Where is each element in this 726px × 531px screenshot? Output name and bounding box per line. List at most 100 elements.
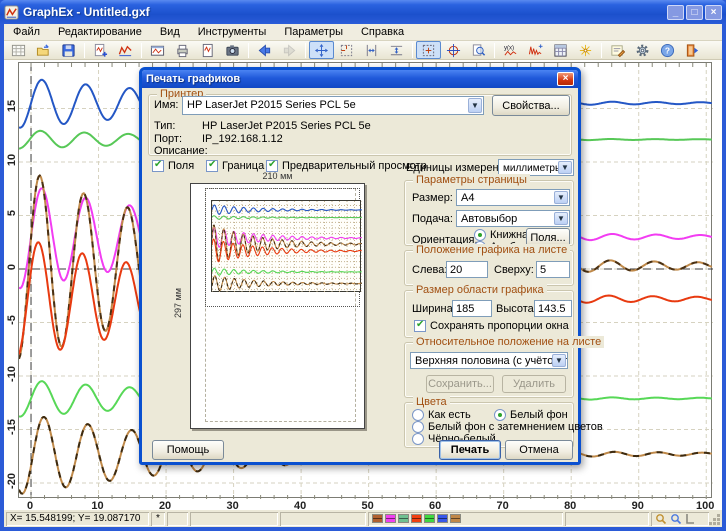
settings-gear-button[interactable] (630, 41, 655, 59)
print-dialog-title: Печать графиков (146, 73, 557, 85)
printer-properties-button[interactable]: Свойства... (492, 95, 570, 116)
annotate-button[interactable] (605, 41, 630, 59)
snapshot-camera-button[interactable] (220, 41, 245, 59)
colors-white-bg-radio[interactable]: Белый фон (494, 409, 568, 421)
printer-name-label: Имя: (154, 99, 178, 111)
y-axis-label: 5 (6, 205, 18, 221)
ruler-icon (685, 513, 695, 525)
print-preview-button[interactable] (195, 41, 220, 59)
chevron-down-icon[interactable]: ▼ (554, 212, 568, 225)
radio-icon[interactable] (412, 409, 424, 421)
fields-checkbox[interactable]: Поля (152, 160, 194, 172)
radio-icon[interactable] (412, 421, 424, 433)
y-axis-label: -5 (6, 312, 18, 328)
fit-height-button[interactable] (384, 41, 409, 59)
y-axis-label: 10 (6, 152, 18, 168)
menu-edit[interactable]: Редактирование (49, 25, 151, 39)
help-button[interactable]: ? (655, 41, 680, 59)
exit-button[interactable] (680, 41, 705, 59)
cancel-button[interactable]: Отмена (505, 440, 573, 460)
chevron-down-icon[interactable]: ▼ (552, 354, 566, 367)
add-curve-file-button[interactable] (88, 41, 113, 59)
y-axis-label: 0 (6, 259, 18, 275)
curve-color-chip (450, 514, 461, 523)
resize-grip[interactable] (709, 514, 721, 526)
pos-left-label: Слева: (412, 264, 447, 276)
curve-color-chip (424, 514, 435, 523)
page-width-label: 210 мм (190, 171, 365, 181)
menu-view[interactable]: Вид (151, 25, 189, 39)
checkbox-icon[interactable] (414, 320, 426, 332)
status-panel (280, 512, 366, 526)
fit-frame-button[interactable] (334, 41, 359, 59)
help-dialog-button[interactable]: Помощь (152, 440, 224, 460)
zoom-in-icon[interactable] (655, 513, 667, 525)
checkbox-icon[interactable] (152, 160, 164, 172)
relative-position-select[interactable]: Верхняя половина (с учётом пропорц▼ (410, 352, 568, 369)
menu-help[interactable]: Справка (352, 25, 413, 39)
open-file-button[interactable] (31, 41, 56, 59)
zoom-out-icon[interactable] (670, 513, 682, 525)
magic-wand-button[interactable] (573, 41, 598, 59)
printer-description-label: Описание: (154, 145, 208, 157)
radio-icon[interactable] (412, 433, 424, 445)
print-dialog-close-icon[interactable]: × (557, 72, 574, 86)
size-width-label: Ширина: (412, 303, 456, 315)
print-dialog-titlebar[interactable]: Печать графиков × (142, 70, 578, 88)
size-label: Размер: (412, 192, 453, 204)
chevron-down-icon[interactable]: ▼ (558, 161, 572, 174)
crosshair-button[interactable] (441, 41, 466, 59)
close-button[interactable]: × (705, 5, 722, 20)
new-curve-button[interactable] (113, 41, 138, 59)
size-width-input[interactable] (452, 300, 492, 317)
window-title: GraphEx - Untitled.gxf (23, 5, 665, 19)
chevron-down-icon[interactable]: ▼ (554, 191, 568, 204)
radio-icon[interactable] (474, 229, 486, 241)
y-axis-label: -15 (6, 419, 18, 435)
menu-file[interactable]: Файл (4, 25, 49, 39)
curve-color-chips (368, 512, 563, 526)
maximize-button[interactable]: □ (686, 5, 703, 20)
delete-position-button: Удалить (502, 375, 566, 393)
preview-mini-plot (211, 200, 361, 292)
back-button[interactable] (252, 41, 277, 59)
size-select[interactable]: A4▼ (456, 189, 570, 206)
value-table-button[interactable] (548, 41, 573, 59)
window-titlebar[interactable]: GraphEx - Untitled.gxf _ □ × (0, 0, 726, 24)
save-position-button: Сохранить... (426, 375, 494, 393)
zoom-page-button[interactable] (466, 41, 491, 59)
svg-text:?: ? (665, 45, 670, 55)
zoom-selection-button[interactable] (416, 41, 441, 59)
new-table-button[interactable] (6, 41, 31, 59)
chevron-down-icon[interactable]: ▼ (468, 98, 482, 113)
svg-text:y(x): y(x) (504, 44, 514, 51)
save-file-button[interactable] (56, 41, 81, 59)
print-dialog: Печать графиков × Принтер Имя: HP LaserJ… (139, 67, 581, 465)
copy-image-button[interactable] (145, 41, 170, 59)
pos-top-input[interactable] (536, 261, 570, 278)
keep-proportions-checkbox[interactable]: Сохранять пропорции окна (414, 320, 569, 332)
feed-select[interactable]: Автовыбор▼ (456, 210, 570, 227)
radio-icon[interactable] (494, 409, 506, 421)
print-button[interactable] (170, 41, 195, 59)
colors-as-is-radio[interactable]: Как есть (412, 409, 471, 421)
cursor-coordinates: X= 15.548199; Y= 19.087170 (6, 512, 149, 526)
fit-all-button[interactable] (309, 41, 334, 59)
pos-left-input[interactable] (446, 261, 488, 278)
status-panel (167, 512, 188, 526)
curve-color-chip (372, 514, 383, 523)
y-of-x-button[interactable]: y(x) (498, 41, 523, 59)
curve-color-chip (385, 514, 396, 523)
menubar: Файл Редактирование Вид Инструменты Пара… (4, 24, 722, 41)
forward-button (277, 41, 302, 59)
printer-type-value: HP LaserJet P2015 Series PCL 5e (202, 120, 371, 132)
spectrum-button[interactable] (523, 41, 548, 59)
print-confirm-button[interactable]: Печать (439, 440, 501, 460)
size-height-input[interactable] (534, 300, 572, 317)
minimize-button[interactable]: _ (667, 5, 684, 20)
colors-white-dim-radio[interactable]: Белый фон с затемнением цветов (412, 421, 603, 433)
fit-width-button[interactable] (359, 41, 384, 59)
menu-options[interactable]: Параметры (275, 25, 352, 39)
menu-tools[interactable]: Инструменты (189, 25, 276, 39)
printer-name-select[interactable]: HP LaserJet P2015 Series PCL 5e▼ (182, 96, 484, 115)
